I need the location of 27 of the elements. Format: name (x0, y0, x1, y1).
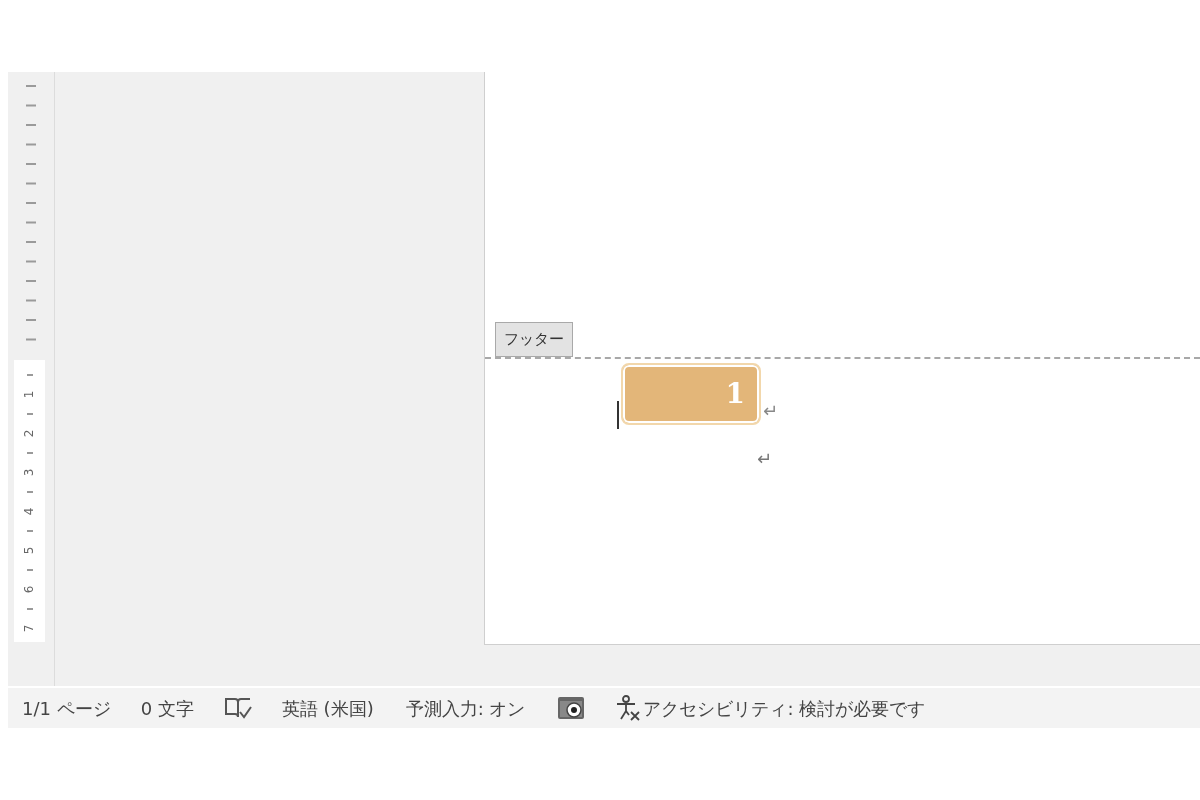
ruler-number: 5 (23, 546, 36, 555)
book-check-icon[interactable] (223, 696, 252, 720)
language[interactable]: 英語 (米国) (281, 694, 374, 722)
word-count[interactable]: 0 文字 (140, 694, 194, 722)
ruler-number: 6 (23, 585, 36, 594)
ruler-tick (26, 374, 33, 376)
ruler-number: 3 (23, 468, 36, 477)
ruler-tick (26, 530, 33, 532)
page-number: 1 (725, 376, 745, 412)
ruler-tick (26, 413, 33, 415)
ruler-number: 1 (23, 390, 36, 399)
record-icon[interactable] (557, 696, 586, 720)
ruler-number: 2 (23, 429, 36, 438)
paragraph-mark: ↵ (757, 449, 773, 469)
page-count[interactable]: 1/1 ページ (22, 694, 111, 722)
accessibility-status[interactable]: アクセシビリティ: 検討が必要です (643, 694, 926, 722)
ruler-tick (26, 608, 33, 610)
text-cursor (617, 401, 619, 429)
ruler-tick (26, 569, 33, 571)
ruler-tick (26, 452, 33, 454)
paragraph-mark: ↵ (763, 401, 779, 423)
accessibility-icon[interactable] (615, 695, 642, 721)
ruler-number: 4 (23, 507, 36, 516)
ruler-number: 7 (23, 624, 36, 633)
ruler-tick (26, 491, 33, 493)
footer-tab[interactable]: フッター (495, 322, 573, 357)
predictive-input[interactable]: 予測入力: オン (405, 694, 526, 722)
